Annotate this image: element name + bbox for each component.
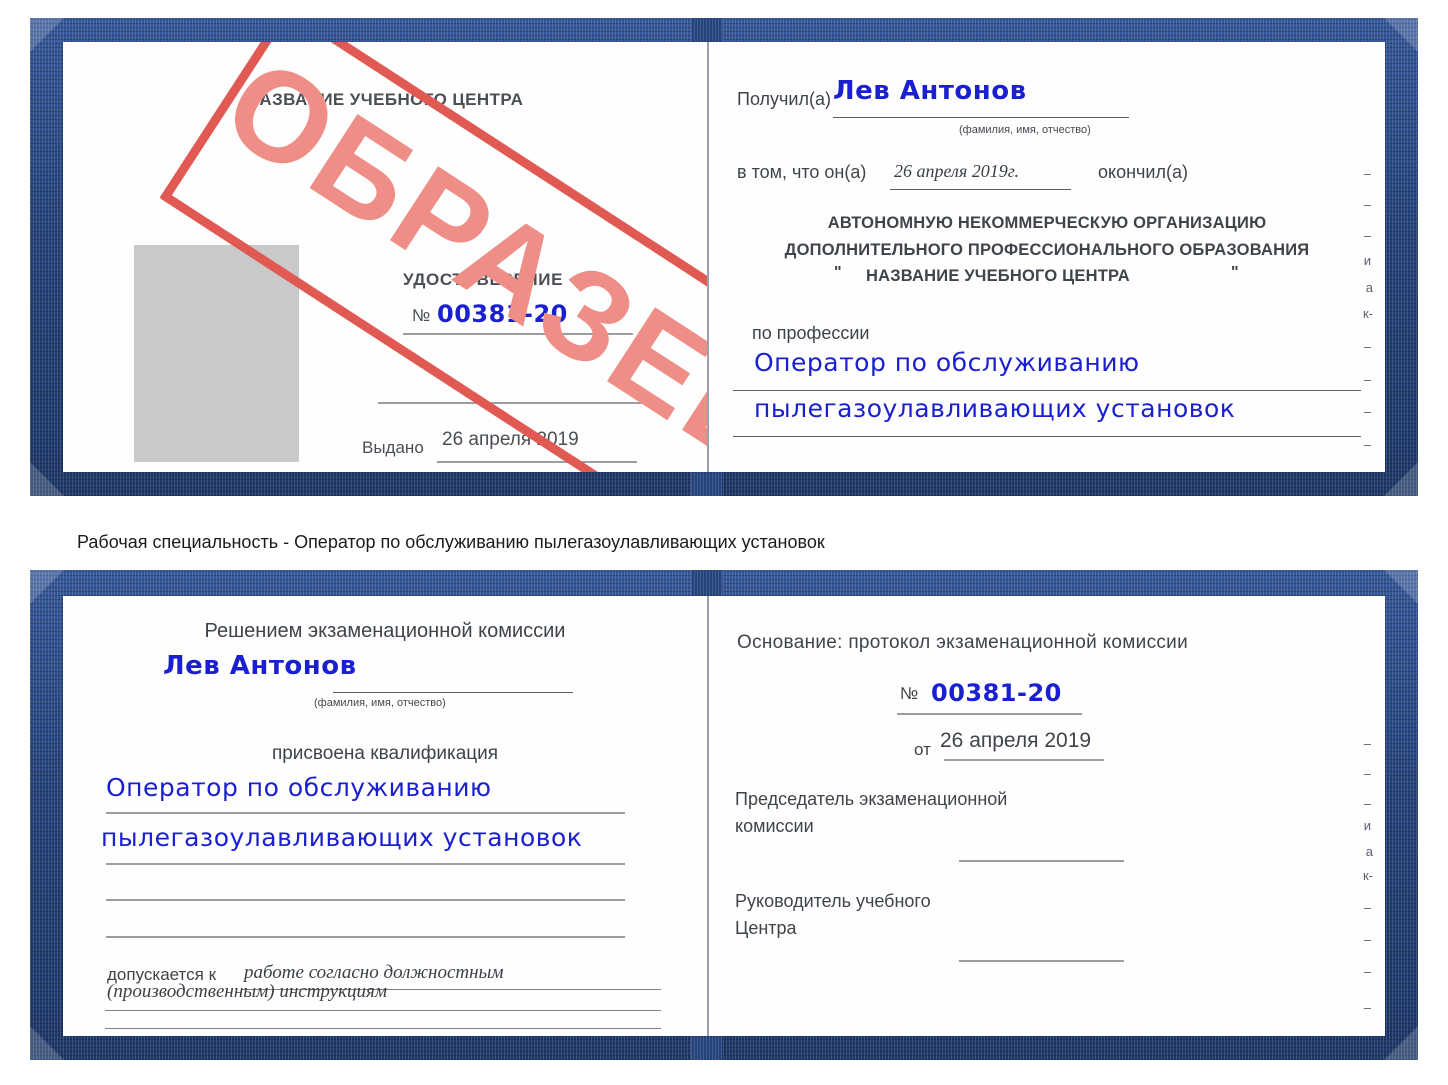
edge-mark-b4: а bbox=[1365, 844, 1373, 859]
edge-mark-4: а bbox=[1365, 280, 1373, 295]
cover-corner-br bbox=[1384, 462, 1418, 496]
certificate-number-label: № bbox=[412, 306, 431, 325]
edge-mark-6: – bbox=[1363, 339, 1371, 354]
organization-line-1: АВТОНОМНУЮ НЕКОММЕРЧЕСКУЮ ОРГАНИЗАЦИЮ bbox=[827, 214, 1267, 232]
top-right-page: Получил(а) Лев Антонов (фамилия, имя, от… bbox=[709, 42, 1385, 472]
protocol-from-label: от bbox=[914, 740, 931, 759]
graduate-name-rule bbox=[333, 692, 573, 693]
profession-rule-2 bbox=[733, 436, 1361, 437]
document-type-label: УДОСТОВЕРЕНИЕ bbox=[403, 270, 564, 289]
edge-mark-0: – bbox=[1363, 166, 1371, 181]
completion-date-rule bbox=[890, 189, 1071, 190]
certificate-number-value: 00381-20 bbox=[437, 300, 568, 328]
received-name-value: Лев Антонов bbox=[833, 76, 1027, 106]
finished-label: окончил(а) bbox=[1098, 162, 1188, 182]
edge-mark-2: – bbox=[1363, 228, 1371, 243]
certificate-number-rule bbox=[403, 333, 633, 335]
edge-mark-b8: – bbox=[1363, 964, 1371, 979]
edge-mark-b9: – bbox=[1363, 1000, 1371, 1015]
received-label: Получил(а) bbox=[737, 89, 831, 109]
organization-name: НАЗВАНИЕ УЧЕБНОГО ЦЕНТРА bbox=[866, 267, 1130, 285]
bottom-right-page: Основание: протокол экзаменационной коми… bbox=[709, 596, 1385, 1036]
protocol-number-label: № bbox=[900, 684, 919, 703]
qualification-label: присвоена квалификация bbox=[271, 743, 499, 764]
organization-quote-close: " bbox=[1231, 264, 1239, 281]
edge-mark-1: – bbox=[1363, 197, 1371, 212]
admitted-rule-3 bbox=[105, 1028, 661, 1029]
top-left-page: НАЗВАНИЕ УЧЕБНОГО ЦЕНТРА УДОСТОВЕРЕНИЕ №… bbox=[63, 42, 707, 472]
edge-mark-b0: – bbox=[1363, 736, 1371, 751]
organization-quote-open: " bbox=[834, 264, 842, 281]
admitted-rule-2 bbox=[105, 1010, 661, 1011]
qualification-line-2: пылегазоулавливающих установок bbox=[101, 823, 583, 852]
chairman-signature-rule bbox=[959, 860, 1124, 862]
head-of-center-line-1: Руководитель учебного bbox=[735, 891, 931, 911]
fio-hint-top: (фамилия, имя, отчество) bbox=[959, 124, 1091, 136]
chairman-line-2: комиссии bbox=[735, 816, 814, 836]
head-signature-rule bbox=[959, 960, 1124, 962]
commission-decision-heading: Решением экзаменационной комиссии bbox=[204, 620, 566, 642]
edge-mark-3: и bbox=[1363, 253, 1371, 268]
chairman-line-1: Председатель экзаменационной bbox=[735, 789, 1008, 809]
qualification-rule-3 bbox=[106, 899, 625, 901]
blank-rule-1 bbox=[378, 402, 663, 404]
cover-corner-bl-2 bbox=[30, 1026, 64, 1060]
qualification-rule-1 bbox=[106, 812, 625, 814]
seal-mark-label: М.П. bbox=[191, 471, 227, 472]
admitted-line-2: (производственным) инструкциям bbox=[107, 981, 387, 1002]
that-he-label: в том, что он(а) bbox=[737, 162, 867, 182]
certificate-bottom-cover: Решением экзаменационной комиссии Лев Ан… bbox=[30, 570, 1418, 1060]
edge-mark-9: – bbox=[1363, 437, 1371, 452]
qualification-line-1: Оператор по обслуживанию bbox=[106, 773, 492, 802]
edge-mark-b7: – bbox=[1363, 932, 1371, 947]
edge-mark-8: – bbox=[1363, 404, 1371, 419]
fio-hint-bottom: (фамилия, имя, отчество) bbox=[314, 697, 446, 709]
cover-corner-tl-2 bbox=[30, 570, 64, 604]
cover-corner-br-2 bbox=[1384, 1026, 1418, 1060]
protocol-from-rule bbox=[944, 759, 1104, 761]
profession-line-1: Оператор по обслуживанию bbox=[754, 348, 1140, 377]
issued-date-value: 26 апреля 2019 bbox=[442, 429, 579, 450]
protocol-number-value: 00381-20 bbox=[931, 679, 1062, 707]
certificate-top-cover: НАЗВАНИЕ УЧЕБНОГО ЦЕНТРА УДОСТОВЕРЕНИЕ №… bbox=[30, 18, 1418, 496]
edge-mark-b3: и bbox=[1363, 818, 1371, 833]
cover-corner-bl bbox=[30, 462, 64, 496]
edge-mark-b2: – bbox=[1363, 796, 1371, 811]
issued-date-rule bbox=[437, 461, 637, 463]
head-of-center-line-2: Центра bbox=[735, 918, 797, 938]
cover-corner-tr-2 bbox=[1384, 570, 1418, 604]
edge-mark-b5: к- bbox=[1362, 868, 1373, 883]
cover-corner-tr bbox=[1384, 18, 1418, 52]
edge-mark-7: – bbox=[1363, 372, 1371, 387]
organization-line-2: ДОПОЛНИТЕЛЬНОГО ПРОФЕССИОНАЛЬНОГО ОБРАЗО… bbox=[784, 241, 1310, 259]
cover-corner-tl bbox=[30, 18, 64, 52]
certificate-top-pages: НАЗВАНИЕ УЧЕБНОГО ЦЕНТРА УДОСТОВЕРЕНИЕ №… bbox=[63, 42, 1385, 472]
edge-mark-b1: – bbox=[1363, 766, 1371, 781]
profession-line-2: пылегазоулавливающих установок bbox=[754, 394, 1236, 423]
profession-label: по профессии bbox=[752, 323, 870, 343]
photo-placeholder bbox=[134, 245, 299, 462]
profession-rule-1 bbox=[733, 390, 1361, 391]
issued-label: Выдано bbox=[362, 438, 424, 457]
protocol-number-rule bbox=[897, 713, 1082, 715]
page-caption: Рабочая специальность - Оператор по обсл… bbox=[77, 532, 825, 552]
qualification-rule-2 bbox=[106, 863, 625, 865]
completion-date-value: 26 апреля 2019г. bbox=[894, 161, 1020, 181]
protocol-from-value: 26 апреля 2019 bbox=[940, 729, 1092, 752]
qualification-rule-4 bbox=[106, 936, 625, 938]
bottom-left-page: Решением экзаменационной комиссии Лев Ан… bbox=[63, 596, 707, 1036]
certificate-bottom-pages: Решением экзаменационной комиссии Лев Ан… bbox=[63, 596, 1385, 1036]
edge-mark-b6: – bbox=[1363, 900, 1371, 915]
graduate-name-value: Лев Антонов bbox=[163, 651, 357, 681]
basis-label: Основание: протокол экзаменационной коми… bbox=[737, 632, 1189, 653]
training-center-title: НАЗВАНИЕ УЧЕБНОГО ЦЕНТРА bbox=[246, 90, 524, 109]
edge-mark-5: к- bbox=[1362, 306, 1373, 321]
received-name-rule bbox=[833, 117, 1129, 118]
